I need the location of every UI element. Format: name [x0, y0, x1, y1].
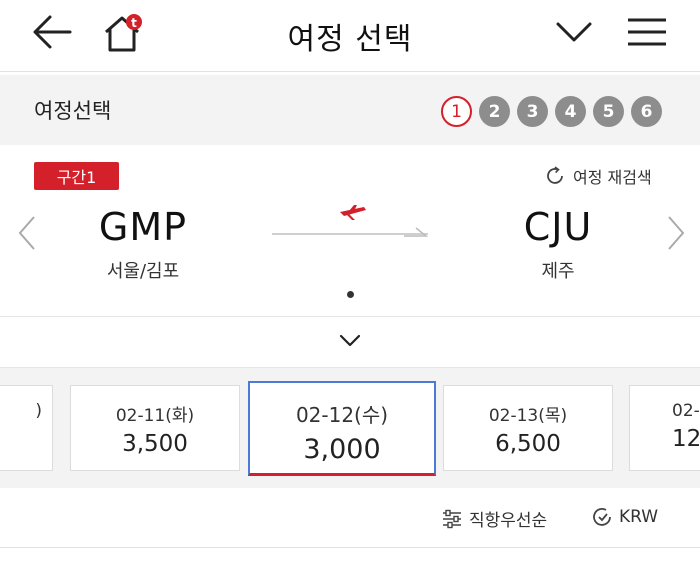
- sort-label: 직항우선순: [469, 511, 548, 531]
- menu-icon[interactable]: [624, 12, 670, 52]
- date-card-date: 02-: [672, 401, 700, 421]
- step-5: 5: [593, 96, 624, 127]
- departure-code: GMP: [98, 205, 188, 249]
- pager-dot: [347, 291, 354, 298]
- sort-row: 직항우선순 KRW: [0, 488, 700, 548]
- expand-row: [0, 318, 700, 368]
- currency-button[interactable]: KRW: [591, 506, 658, 528]
- chevron-left-icon[interactable]: [14, 213, 40, 253]
- date-card-date: 02-13(목): [488, 406, 568, 426]
- page-title: 여정 선택: [287, 22, 413, 57]
- step-2: 2: [479, 96, 510, 127]
- chevron-right-icon[interactable]: [663, 213, 689, 253]
- arrival-city[interactable]: CJU 제주: [468, 205, 648, 283]
- filter-sliders-icon: [443, 509, 461, 528]
- date-card-price: 12: [672, 426, 700, 452]
- arrival-code: CJU: [523, 205, 593, 249]
- date-card-date: 02-12(수): [295, 403, 389, 427]
- step-3: 3: [517, 96, 548, 127]
- chevron-down-icon[interactable]: [338, 332, 362, 350]
- date-card[interactable]: 02-13(목) 6,500: [443, 385, 613, 471]
- segment-panel: 구간1 여정 재검색 GMP 서울/김포 CJU 제주: [0, 145, 700, 317]
- step-bar-label: 여정선택: [34, 99, 112, 123]
- date-card[interactable]: 02-11(화) 3,500: [70, 385, 240, 471]
- refresh-icon: [547, 166, 563, 184]
- route-arrow-icon: [404, 227, 428, 237]
- date-card[interactable]: ): [0, 385, 53, 471]
- date-carousel: ) 02-11(화) 3,500 02-12(수) 3,000 02-13(목)…: [0, 368, 700, 488]
- currency-exchange-icon: [593, 508, 611, 526]
- departure-name: 서울/김포: [106, 261, 180, 282]
- app-header: t 여정 선택: [0, 0, 700, 72]
- date-card-selected[interactable]: 02-12(수) 3,000: [248, 381, 436, 476]
- departure-city[interactable]: GMP 서울/김포: [53, 205, 233, 283]
- airplane-icon: [340, 205, 366, 220]
- arrival-name: 제주: [541, 261, 575, 282]
- sort-button[interactable]: 직항우선순: [441, 506, 547, 531]
- date-card-price: 6,500: [495, 431, 561, 457]
- date-card-date: 02-11(화): [115, 406, 195, 426]
- research-label: 여정 재검색: [573, 168, 652, 187]
- date-card-price: 3,500: [122, 431, 188, 457]
- segment-badge: 구간1: [34, 162, 119, 190]
- date-card[interactable]: 02- 12: [629, 385, 700, 471]
- step-1: 1: [441, 96, 472, 127]
- currency-label: KRW: [619, 507, 659, 527]
- date-card-date: ): [35, 401, 42, 421]
- date-card-price: 3,000: [303, 434, 381, 465]
- step-4: 4: [555, 96, 586, 127]
- step-6: 6: [631, 96, 662, 127]
- chevron-down-icon[interactable]: [553, 14, 595, 50]
- step-indicator: 1 2 3 4 5 6: [441, 96, 662, 127]
- research-button[interactable]: 여정 재검색: [544, 164, 652, 188]
